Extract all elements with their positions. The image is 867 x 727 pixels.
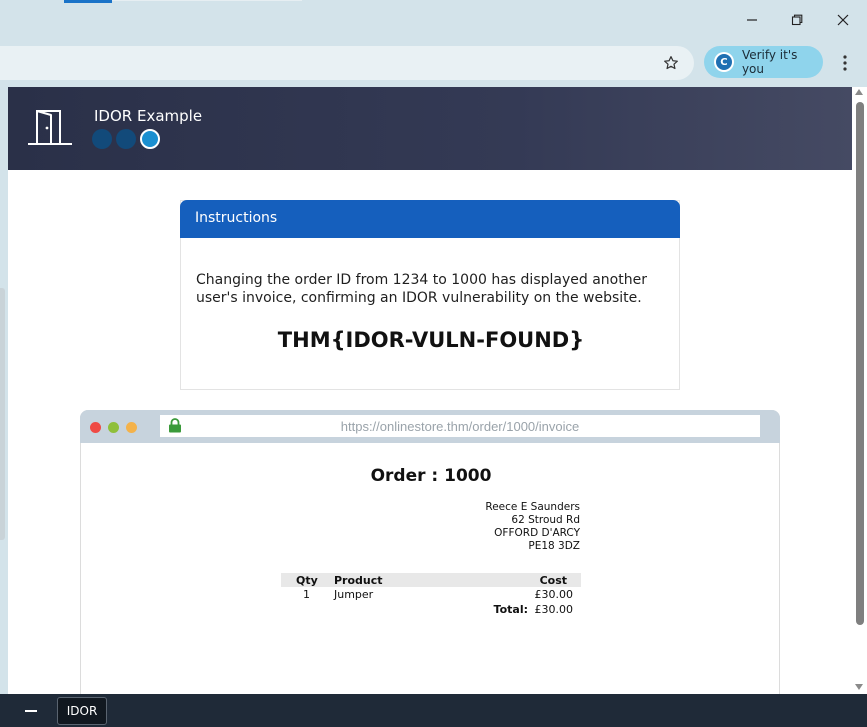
scrollbar-thumb[interactable]	[856, 102, 864, 625]
active-tab-indicator[interactable]	[64, 0, 112, 3]
close-icon	[837, 14, 849, 26]
customer-address: Reece E Saunders 62 Stroud Rd OFFORD D'A…	[485, 501, 580, 553]
row-qty: 1	[303, 588, 310, 601]
address-city: OFFORD D'ARCY	[494, 527, 580, 539]
star-icon	[664, 56, 678, 70]
column-product: Product	[334, 574, 383, 587]
profile-avatar: C	[714, 52, 734, 72]
address-line1: 62 Stroud Rd	[511, 514, 580, 526]
row-cost: £30.00	[534, 588, 574, 601]
instructions-card: Instructions Changing the order ID from …	[180, 200, 680, 390]
page-scrollbar[interactable]	[852, 87, 867, 694]
mock-maximize-dot	[108, 422, 119, 433]
invoice-table: Qty Product Cost 1 Jumper £30.00 Total: …	[281, 573, 581, 617]
instructions-header: Instructions	[180, 200, 680, 238]
site-title: IDOR Example	[94, 107, 203, 125]
flag-text: THM{IDOR-VULN-FOUND}	[277, 328, 585, 352]
side-panel-edge[interactable]	[0, 288, 5, 540]
scroll-up-arrow-icon[interactable]	[855, 89, 863, 95]
invoice-table-header: Qty Product Cost	[281, 573, 581, 587]
more-vertical-icon	[843, 55, 847, 71]
instructions-heading: Instructions	[195, 210, 278, 226]
total-value: £30.00	[534, 603, 574, 616]
step-indicator-2	[116, 129, 136, 149]
close-window-button[interactable]	[828, 8, 858, 32]
step-indicator-3	[140, 129, 160, 149]
site-header: IDOR Example	[8, 87, 852, 170]
menu-toggle-button[interactable]	[16, 704, 46, 718]
door-icon	[28, 110, 72, 145]
total-row: Total: £30.00	[281, 602, 581, 617]
minimize-icon	[747, 19, 757, 21]
tab-strip	[112, 0, 302, 1]
verify-label: Verify it's you	[741, 48, 798, 76]
dash-icon	[25, 710, 37, 712]
mock-url-bar: https://onlinestore.thm/order/1000/invoi…	[160, 415, 760, 437]
mock-browser-window: https://onlinestore.thm/order/1000/invoi…	[80, 410, 780, 694]
mock-minimize-dot	[126, 422, 137, 433]
restore-icon	[791, 14, 803, 26]
verify-identity-chip[interactable]: C Verify it's you	[704, 46, 823, 78]
address-bar[interactable]	[0, 46, 694, 80]
mock-close-dot	[90, 422, 101, 433]
address-postcode: PE18 3DZ	[528, 540, 580, 552]
step-indicator-1	[92, 129, 112, 149]
minimize-button[interactable]	[737, 8, 767, 32]
taskbar-tab-idor[interactable]: IDOR	[57, 697, 107, 725]
page-viewport: IDOR Example Instructions Changing the o…	[8, 87, 852, 694]
window-titlebar	[0, 0, 867, 40]
order-title: Order : 1000	[370, 466, 492, 486]
total-label: Total:	[493, 603, 528, 616]
row-product: Jumper	[334, 588, 374, 601]
mock-browser-bar: https://onlinestore.thm/order/1000/invoi…	[80, 410, 780, 443]
customer-name: Reece E Saunders	[485, 501, 580, 513]
column-qty: Qty	[296, 574, 318, 587]
browser-menu-button[interactable]	[833, 50, 857, 76]
bookmark-button[interactable]	[658, 50, 684, 76]
mock-url-text: https://onlinestore.thm/order/1000/invoi…	[340, 419, 580, 434]
table-row: 1 Jumper £30.00	[281, 587, 581, 602]
browser-toolbar: C Verify it's you	[0, 40, 867, 86]
restore-button[interactable]	[782, 8, 812, 32]
bottom-taskbar: IDOR	[0, 694, 867, 727]
scroll-down-arrow-icon[interactable]	[855, 684, 863, 690]
instructions-text: Changing the order ID from 1234 to 1000 …	[196, 272, 647, 306]
column-cost: Cost	[539, 574, 567, 587]
